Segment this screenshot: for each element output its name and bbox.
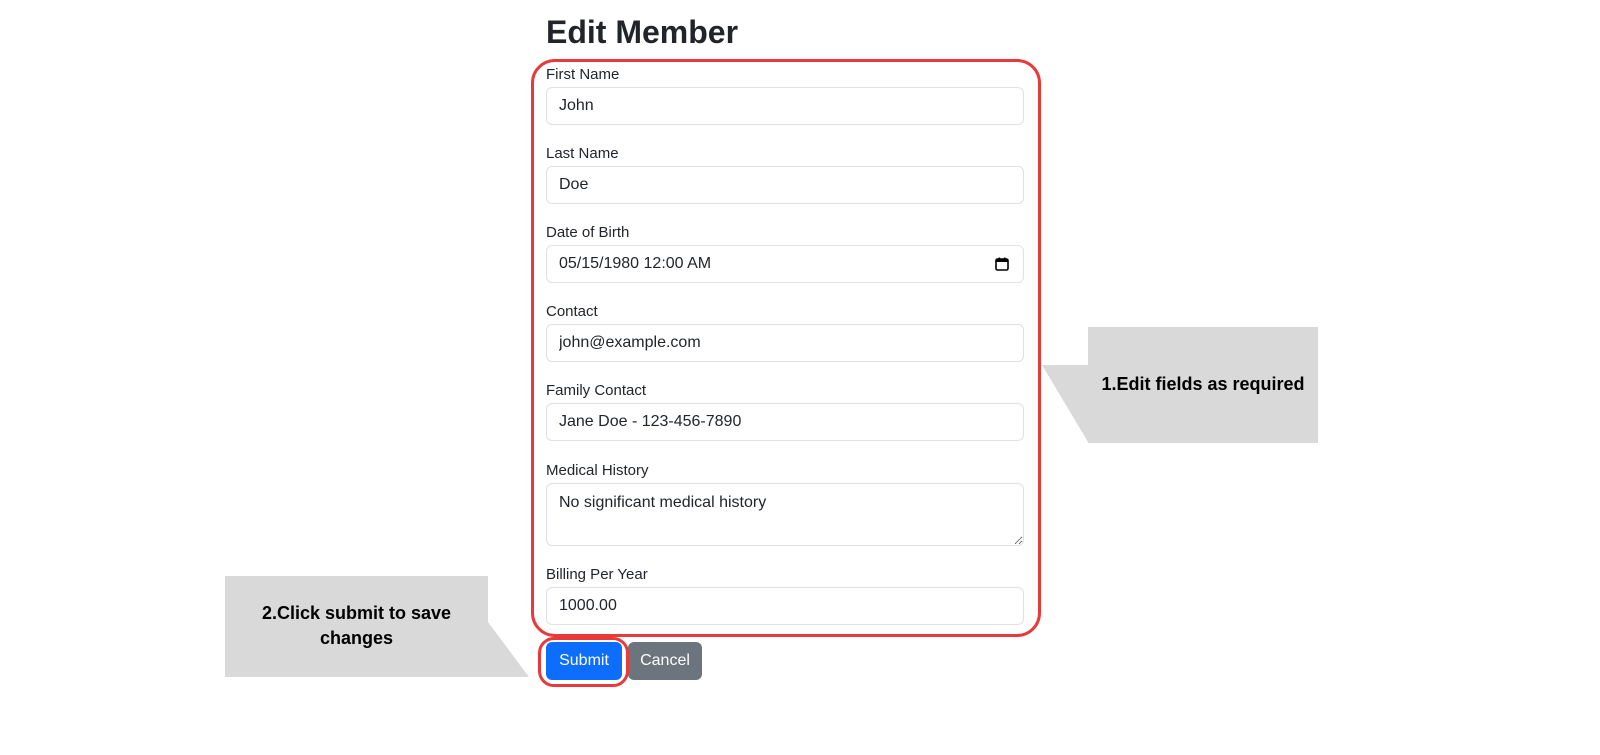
first-name-label: First Name: [546, 66, 620, 83]
page-title: Edit Member: [546, 14, 739, 50]
billing-group: Billing Per Year: [546, 564, 1024, 625]
dob-input[interactable]: 05/15/1980 12:00 AM: [546, 245, 1024, 283]
callout-step1: 1.Edit fields as required: [1040, 327, 1320, 443]
cancel-button[interactable]: Cancel: [628, 642, 702, 680]
medical-history-label: Medical History: [546, 462, 649, 479]
dob-label: Date of Birth: [546, 224, 630, 241]
calendar-icon[interactable]: [995, 257, 1009, 271]
contact-label: Contact: [546, 303, 598, 320]
submit-button[interactable]: Submit: [546, 642, 622, 680]
contact-group: Contact: [546, 301, 1024, 362]
callout-step2: 2.Click submit to save changes: [225, 576, 531, 678]
billing-label: Billing Per Year: [546, 566, 648, 583]
callout-step2-line2: changes: [319, 628, 394, 648]
family-contact-label: Family Contact: [546, 382, 647, 399]
callout-step1-text: 1.Edit fields as required: [1101, 374, 1305, 394]
contact-input[interactable]: [546, 324, 1024, 362]
family-contact-input[interactable]: [546, 403, 1024, 441]
first-name-input[interactable]: [546, 87, 1024, 125]
medical-history-textarea[interactable]: No significant medical history: [546, 483, 1024, 546]
dob-group: Date of Birth 05/15/1980 12:00 AM: [546, 222, 1024, 283]
medical-history-group: Medical History No significant medical h…: [546, 460, 1024, 546]
last-name-label: Last Name: [546, 145, 619, 162]
last-name-group: Last Name: [546, 143, 1024, 204]
family-contact-group: Family Contact: [546, 380, 1024, 441]
last-name-input[interactable]: [546, 166, 1024, 204]
first-name-group: First Name: [546, 64, 1024, 125]
billing-input[interactable]: [546, 587, 1024, 625]
callout-step2-line1: 2.Click submit to save: [261, 603, 452, 623]
callout-step2-text: 2.Click submit to save changes: [225, 601, 488, 651]
